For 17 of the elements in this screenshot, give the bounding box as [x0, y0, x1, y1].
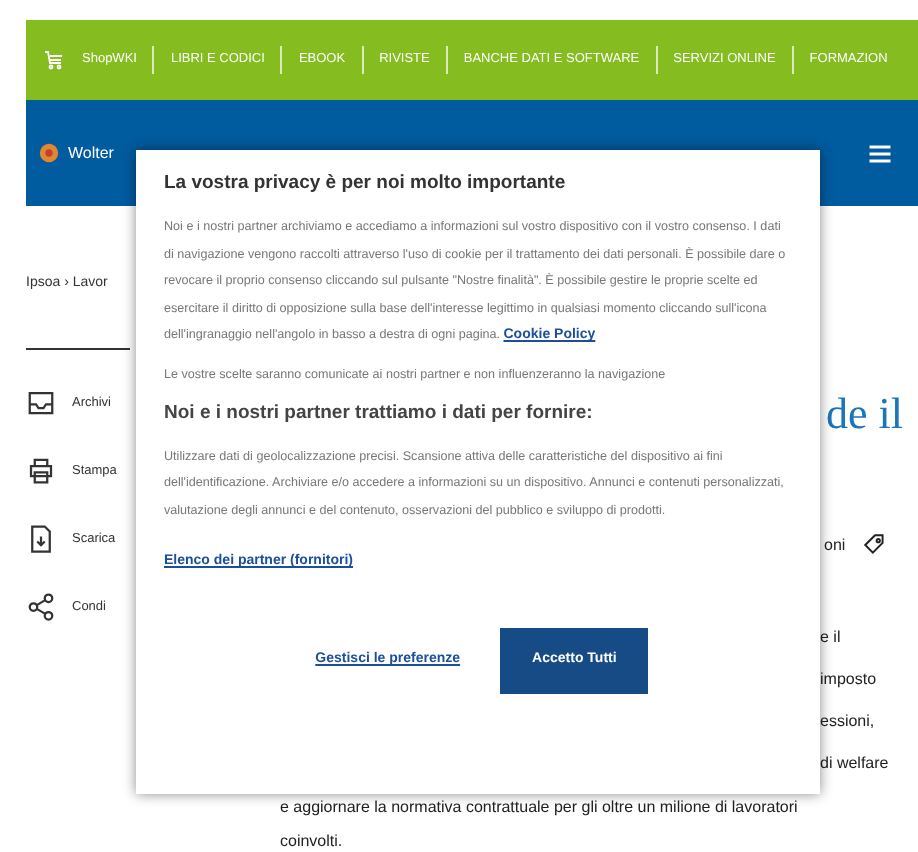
article-text: coinvolti.	[280, 830, 343, 852]
inbox-icon[interactable]	[26, 388, 56, 418]
logo-icon	[38, 142, 60, 164]
printer-icon[interactable]	[26, 456, 56, 486]
article-text: e il	[820, 626, 841, 650]
article-title: de il	[826, 386, 903, 442]
tag-text: oni	[824, 533, 846, 557]
dialog-heading: Noi e i nostri partner trattiamo i dati per fornire:	[164, 400, 595, 429]
tag-icon[interactable]	[861, 532, 888, 558]
article-text: e aggiornare la normativa contrattuale per gli oltre un milione di lavoratori	[280, 796, 798, 820]
share-icon[interactable]	[26, 592, 56, 622]
dialog-title: La vostra privacy è per noi molto importante	[164, 170, 568, 198]
article-text: di welfare	[820, 752, 889, 776]
article-text: essioni,	[820, 710, 875, 734]
article-text: imposto	[820, 668, 877, 692]
document-icon[interactable]	[26, 524, 56, 554]
brand-name: Wolter	[68, 141, 114, 165]
